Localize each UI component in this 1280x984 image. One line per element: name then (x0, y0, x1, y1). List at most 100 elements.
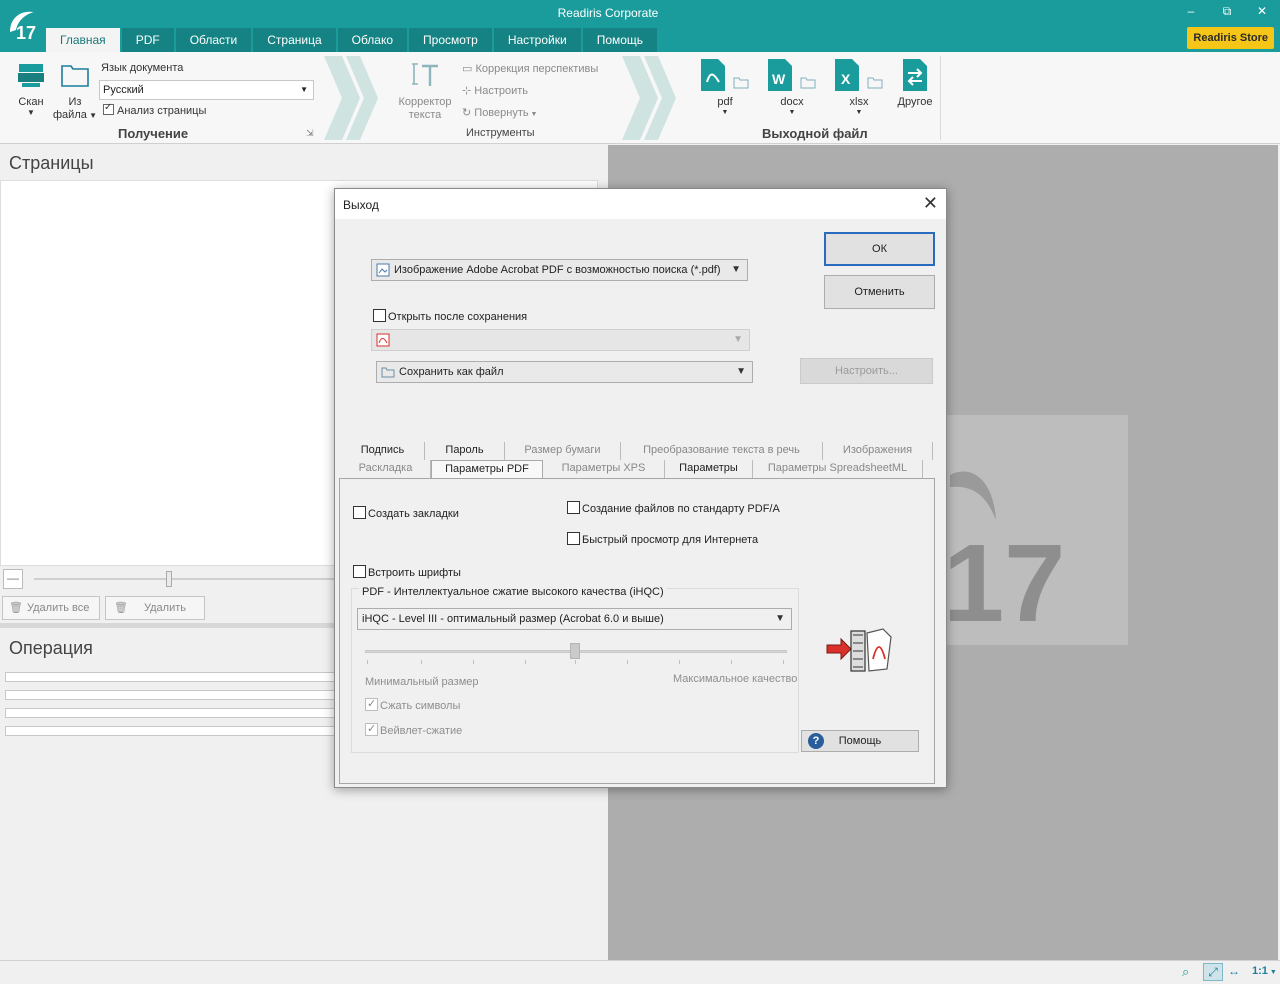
tab-pdf[interactable]: PDF (121, 28, 174, 52)
watermark-logo-number: 17 (943, 522, 1066, 645)
tab-spreadsheetml-params[interactable]: Параметры SpreadsheetML (753, 460, 923, 478)
menu-tabs: Главная PDF Области Страница Облако Прос… (46, 28, 659, 52)
xlsx-file-icon[interactable]: X (834, 58, 860, 92)
other-format-icon[interactable] (902, 58, 928, 92)
help-button[interactable]: ? Помощь (801, 730, 919, 752)
create-bookmarks-checkbox[interactable]: Создать закладки (353, 506, 459, 521)
output-docx-button[interactable]: docx (775, 96, 809, 108)
output-other-button[interactable]: Другое (892, 96, 938, 108)
output-xlsx-button[interactable]: xlsx (842, 96, 876, 108)
tabs-row-2: Раскладка Параметры PDF Параметры XPS Па… (341, 460, 923, 480)
tab-xps-params[interactable]: Параметры XPS (543, 460, 665, 478)
docx-folder-icon[interactable] (800, 76, 816, 89)
pdf-file-icon[interactable] (700, 58, 726, 92)
text-corrector-button[interactable]: Корректор (392, 96, 458, 108)
ok-button[interactable]: ОК (824, 232, 935, 266)
doc-language-label: Язык документа (101, 62, 184, 74)
readiris-store-button[interactable]: Readiris Store (1187, 27, 1274, 49)
scan-button[interactable]: Скан (14, 96, 48, 108)
slider-tick (679, 660, 680, 664)
operation-row (5, 708, 340, 718)
tab-signature[interactable]: Подпись (341, 442, 425, 460)
ribbon: Скан ▼ Из файла ▼ Язык документа Русский… (0, 52, 1280, 144)
perspective-correction-button[interactable]: ▭ Коррекция перспективы (462, 62, 598, 75)
fit-page-icon[interactable]: ⤢ (1203, 963, 1223, 981)
docx-dropdown-icon[interactable]: ▼ (787, 109, 797, 116)
xlsx-dropdown-icon[interactable]: ▼ (854, 109, 864, 116)
from-file-label-1[interactable]: Из (60, 96, 90, 108)
tab-home[interactable]: Главная (46, 28, 120, 52)
dialog-titlebar: Выход ✕ (335, 189, 946, 219)
embed-fonts-checkbox[interactable]: Встроить шрифты (353, 565, 461, 580)
svg-text:X: X (841, 71, 851, 87)
from-file-button[interactable]: файла ▼ (52, 109, 98, 121)
delete-button[interactable]: 🗑 Удалить (105, 596, 205, 620)
cancel-button[interactable]: Отменить (824, 275, 935, 309)
chevron-down-icon: ▼ (733, 334, 743, 345)
tab-paper-size[interactable]: Размер бумаги (505, 442, 621, 460)
restore-icon[interactable]: ⧉ (1212, 4, 1242, 19)
tab-pdf-params[interactable]: Параметры PDF (431, 460, 543, 480)
fit-width-icon[interactable]: ↔ (1228, 964, 1240, 978)
tab-layout[interactable]: Раскладка (341, 460, 431, 478)
zoom-search-icon[interactable]: ⌕ (1182, 964, 1189, 980)
close-icon[interactable]: ✕ (1247, 4, 1277, 18)
docx-file-icon[interactable]: W (767, 58, 793, 92)
page-analysis-checkbox[interactable]: Анализ страницы (103, 102, 206, 117)
chevron-down-icon: ▼ (731, 264, 741, 275)
output-format-select[interactable]: Изображение Adobe Acrobat PDF с возможно… (371, 259, 748, 281)
save-as-select[interactable]: Сохранить как файл ▼ (376, 361, 753, 383)
quality-slider-thumb[interactable] (570, 643, 580, 659)
zoom-ratio[interactable]: 1:1 ▼ (1252, 965, 1277, 977)
delete-all-button[interactable]: 🗑 Удалить все (2, 596, 100, 620)
pdf-dropdown-icon[interactable]: ▼ (720, 109, 730, 116)
pdfa-checkbox[interactable]: Создание файлов по стандарту PDF/A (567, 501, 780, 516)
tab-cloud[interactable]: Облако (337, 28, 408, 52)
tab-page[interactable]: Страница (253, 28, 336, 52)
tab-help[interactable]: Помощь (582, 28, 658, 52)
wavelet-checkbox[interactable]: Вейвлет-сжатие (365, 722, 462, 738)
rotate-icon: ↻ (462, 107, 475, 119)
chevron-down-icon: ▼ (736, 366, 746, 377)
tab-images[interactable]: Изображения (823, 442, 933, 460)
xlsx-folder-icon[interactable] (867, 76, 883, 89)
tab-settings[interactable]: Настройки (493, 28, 581, 52)
text-corrector-icon[interactable] (410, 62, 440, 90)
ihqc-level-select[interactable]: iHQC - Level III - оптимальный размер (A… (357, 608, 792, 630)
open-after-save-checkbox[interactable]: Открыть после сохранения (373, 309, 527, 324)
configure-tool-button[interactable]: ⊹ Настроить (462, 84, 528, 97)
pdf-image-icon (376, 263, 390, 277)
trash-icon: 🗑 (114, 602, 128, 614)
folder-icon[interactable] (60, 62, 90, 88)
operation-row (5, 726, 340, 736)
open-with-select[interactable]: ▼ (371, 329, 750, 351)
tab-params[interactable]: Параметры (665, 460, 753, 478)
thumbnail-zoom-slider[interactable]: — (0, 569, 340, 591)
tab-view[interactable]: Просмотр (409, 28, 492, 52)
slider-thumb[interactable] (166, 571, 172, 587)
slider-tick (575, 660, 576, 664)
scan-dropdown-icon[interactable]: ▼ (26, 108, 36, 117)
compress-symbols-checkbox[interactable]: Сжать символы (365, 697, 460, 713)
pages-title: Страницы (9, 153, 94, 173)
max-quality-label: Максимальное качество (673, 673, 798, 685)
pdf-folder-icon[interactable] (733, 76, 749, 89)
configure-button[interactable]: Настроить... (800, 358, 933, 384)
scanner-icon[interactable] (16, 60, 46, 90)
folder-icon (381, 367, 395, 378)
tab-text-to-speech[interactable]: Преобразование текста в речь (621, 442, 823, 460)
dialog-launcher-icon[interactable]: ⇲ (306, 128, 314, 139)
output-pdf-button[interactable]: pdf (708, 96, 742, 108)
fast-web-view-checkbox[interactable]: Быстрый просмотр для Интернета (567, 532, 758, 547)
minimize-icon[interactable]: – (1176, 4, 1206, 18)
dialog-close-icon[interactable]: ✕ (923, 193, 938, 214)
tab-password[interactable]: Пароль (425, 442, 505, 460)
zoom-out-icon[interactable]: — (3, 569, 23, 589)
operation-title: Операция (9, 638, 93, 658)
ribbon-divider (940, 56, 941, 140)
eagle-watermark-icon (950, 471, 996, 520)
tab-areas[interactable]: Области (175, 28, 252, 52)
rotate-button[interactable]: ↻ Повернуть ▼ (462, 106, 537, 119)
slider-tick (525, 660, 526, 664)
doc-language-select[interactable]: Русский ▼ (99, 80, 314, 100)
